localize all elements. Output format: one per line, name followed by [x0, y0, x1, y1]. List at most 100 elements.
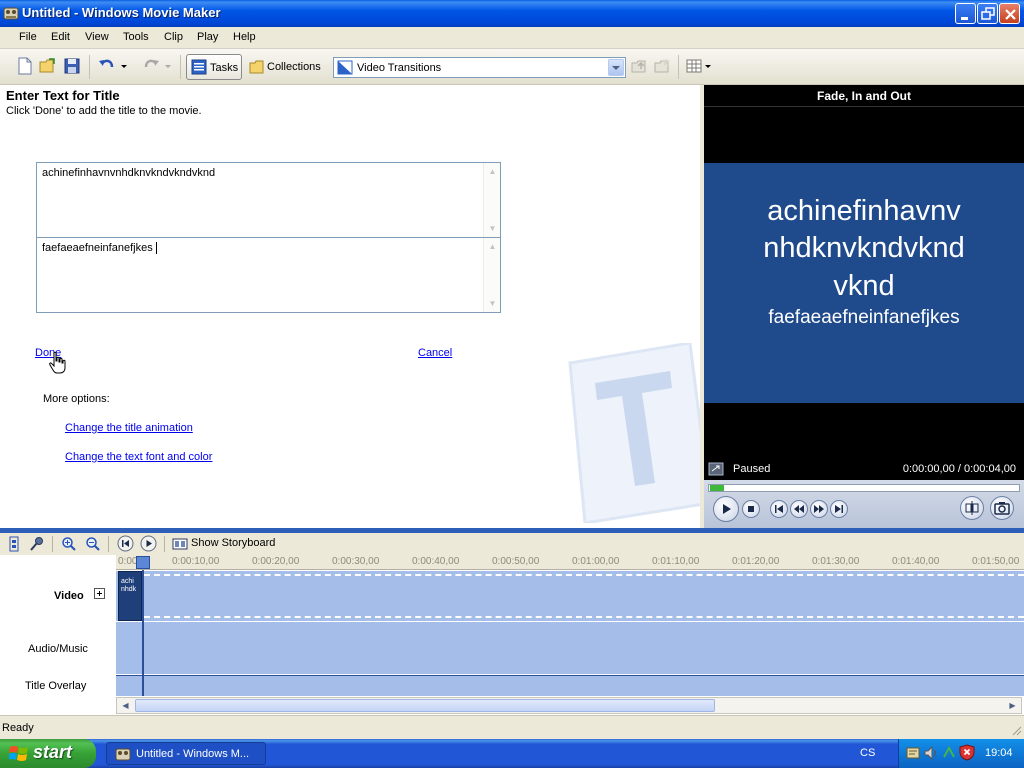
title-watermark-icon	[568, 343, 700, 523]
resize-grip-icon[interactable]	[1010, 724, 1022, 736]
subtitle-text-scrollbar[interactable]: ▲ ▼	[483, 238, 500, 312]
menu-help[interactable]: Help	[233, 31, 256, 43]
ruler-tick: 0:00:30,00	[332, 556, 380, 567]
views-menu-icon[interactable]	[685, 56, 713, 76]
play-button[interactable]	[713, 496, 739, 522]
security-alert-icon[interactable]	[959, 744, 975, 761]
scroll-down-icon[interactable]: ▼	[485, 221, 500, 236]
playhead-marker[interactable]	[136, 556, 150, 569]
open-project-icon[interactable]	[38, 56, 58, 76]
tray-app-icon[interactable]	[905, 745, 921, 761]
dropdown-arrow-icon[interactable]	[608, 59, 624, 76]
redo-icon[interactable]	[141, 56, 161, 76]
zoom-out-icon[interactable]	[85, 536, 101, 552]
audio-music-track[interactable]	[116, 622, 1024, 674]
collections-label: Collections	[267, 61, 321, 73]
tasks-button[interactable]: Tasks	[186, 54, 242, 80]
take-picture-button[interactable]	[990, 496, 1014, 520]
menu-view[interactable]: View	[85, 31, 109, 43]
collections-dropdown[interactable]: Video Transitions	[333, 57, 626, 78]
split-icon	[965, 501, 979, 515]
scroll-left-icon[interactable]: ◀	[118, 699, 133, 712]
timeline: 0:00 0:00:10,00 0:00:20,00 0:00:30,00 0:…	[0, 555, 1024, 715]
storyboard-icon	[172, 538, 188, 550]
set-audio-levels-icon[interactable]	[6, 536, 22, 552]
change-font-color-link[interactable]: Change the text font and color	[65, 451, 212, 463]
scroll-up-icon[interactable]: ▲	[485, 164, 500, 179]
menu-file[interactable]: File	[19, 31, 37, 43]
scroll-up-icon[interactable]: ▲	[485, 239, 500, 254]
toolbar-separator	[164, 536, 165, 552]
skip-forward-icon	[835, 505, 843, 513]
title-overlay-track[interactable]	[116, 675, 1024, 696]
language-indicator[interactable]: CS	[860, 747, 875, 759]
new-project-icon[interactable]	[15, 56, 35, 76]
restore-button[interactable]	[977, 3, 998, 24]
title-task-heading: Enter Text for Title	[6, 88, 120, 103]
title-clip[interactable]: achi nhdk	[118, 571, 142, 621]
start-button[interactable]: start	[0, 739, 96, 768]
close-button[interactable]	[999, 3, 1020, 24]
window-title: Untitled - Windows Movie Maker	[22, 5, 221, 20]
seek-thumb[interactable]	[710, 485, 724, 491]
show-storyboard-button[interactable]: Show Storyboard	[170, 534, 278, 554]
save-project-icon[interactable]	[62, 56, 82, 76]
up-level-icon[interactable]	[629, 56, 649, 76]
monitor-icon	[708, 462, 724, 476]
menu-tools[interactable]: Tools	[123, 31, 149, 43]
fast-forward-icon	[814, 505, 824, 513]
scroll-right-icon[interactable]: ▶	[1005, 699, 1020, 712]
ruler-tick: 0:00:50,00	[492, 556, 540, 567]
ruler-tick: 0:00	[118, 556, 138, 567]
collections-button[interactable]: Collections	[248, 54, 322, 80]
ruler-tick: 0:01:20,00	[732, 556, 780, 567]
narrate-timeline-icon[interactable]	[29, 536, 45, 552]
playback-status: Paused	[733, 463, 771, 475]
scroll-down-icon[interactable]: ▼	[485, 296, 500, 311]
video-transitions-icon	[337, 60, 353, 75]
toolbar: Tasks Collections Video Transitions	[0, 49, 1024, 85]
play-icon	[723, 504, 731, 514]
title-clip-text-2: nhdk	[121, 586, 137, 593]
network-icon[interactable]	[941, 745, 957, 761]
stop-button[interactable]	[742, 500, 760, 518]
change-title-animation-link[interactable]: Change the title animation	[65, 422, 193, 434]
timeline-ruler[interactable]: 0:00 0:00:10,00 0:00:20,00 0:00:30,00 0:…	[116, 555, 1024, 570]
split-clip-button[interactable]	[960, 496, 984, 520]
preview-line-1: achinefinhavnv	[767, 195, 961, 227]
undo-icon[interactable]	[97, 56, 117, 76]
preview-line-4: faefaeaefneinfanefjkes	[768, 307, 960, 328]
rewind-button[interactable]	[790, 500, 808, 518]
video-track-drop-zone[interactable]	[144, 574, 1024, 618]
seek-bar[interactable]	[708, 484, 1020, 492]
next-frame-button[interactable]	[830, 500, 848, 518]
timeline-horizontal-scrollbar[interactable]: ◀ ▶	[116, 697, 1022, 714]
scroll-thumb[interactable]	[135, 699, 715, 712]
menu-play[interactable]: Play	[197, 31, 218, 43]
video-track[interactable]: achi nhdk	[116, 571, 1024, 621]
text-caret	[156, 242, 157, 254]
new-collection-folder-icon[interactable]	[652, 56, 672, 76]
undo-dropdown-icon[interactable]	[118, 56, 130, 76]
rewind-timeline-icon[interactable]	[117, 535, 134, 552]
clock: 19:04	[985, 747, 1013, 759]
forward-button[interactable]	[810, 500, 828, 518]
minimize-button[interactable]	[955, 3, 976, 24]
volume-icon[interactable]	[923, 745, 939, 761]
title-text-scrollbar[interactable]: ▲ ▼	[483, 163, 500, 237]
play-timeline-icon[interactable]	[140, 535, 157, 552]
cancel-link[interactable]: Cancel	[418, 347, 452, 359]
taskbar-item-movie-maker[interactable]: Untitled - Windows M...	[106, 742, 266, 765]
toolbar-separator	[180, 55, 181, 79]
menu-clip[interactable]: Clip	[164, 31, 183, 43]
title-task-pane: Enter Text for Title Click 'Done' to add…	[0, 85, 700, 528]
preview-screen[interactable]: achinefinhavnv nhdknvkndvknd vknd faefae…	[704, 163, 1024, 403]
menu-edit[interactable]: Edit	[51, 31, 70, 43]
zoom-in-icon[interactable]	[61, 536, 77, 552]
toolbar-separator	[89, 55, 90, 79]
redo-dropdown-icon[interactable]	[162, 56, 174, 76]
previous-frame-button[interactable]	[770, 500, 788, 518]
title-text-input[interactable]: achinefinhavnvnhdknvkndvkndvknd ▲ ▼	[36, 162, 501, 238]
expand-track-icon[interactable]	[94, 588, 105, 599]
subtitle-text-input[interactable]: faefaeaefneinfanefjkes ▲ ▼	[36, 237, 501, 313]
